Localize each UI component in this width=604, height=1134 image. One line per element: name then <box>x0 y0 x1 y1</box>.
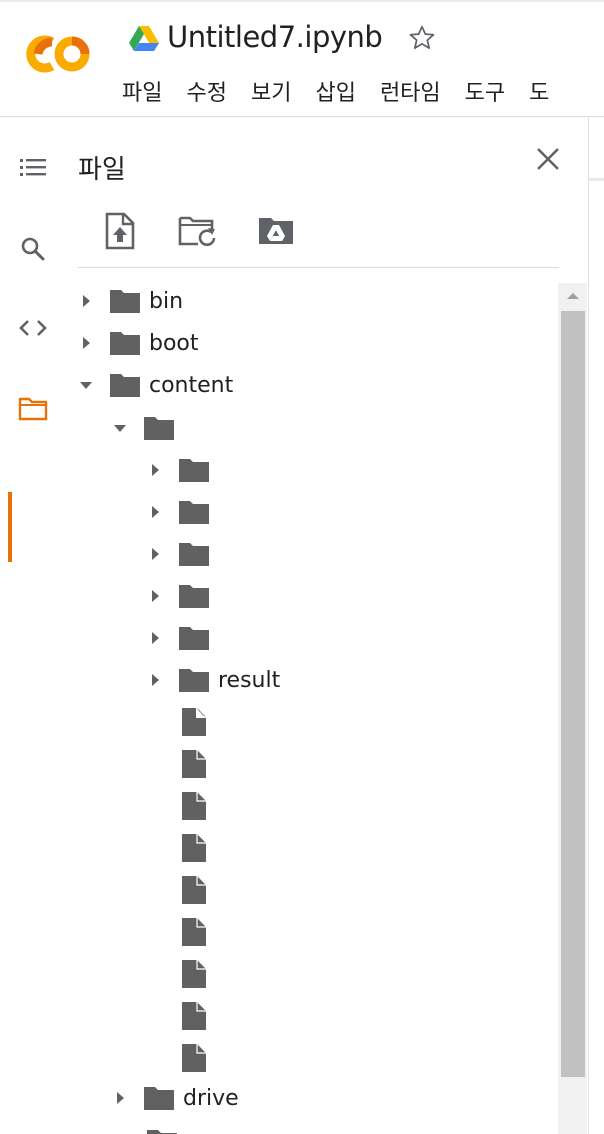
menu-runtime[interactable]: 런타임 <box>380 75 441 107</box>
tree-item-file[interactable] <box>146 953 215 995</box>
upload-file-icon <box>105 212 135 250</box>
file-tree: bin boot content result drive <box>0 280 556 1134</box>
folder-icon <box>179 543 209 566</box>
tree-item-file[interactable] <box>146 1037 215 1079</box>
editor-edge <box>589 178 604 181</box>
caret-down-icon[interactable] <box>77 376 95 394</box>
tree-item-label: bin <box>149 288 184 314</box>
search-icon <box>21 237 45 261</box>
tree-item-folder[interactable] <box>146 575 218 617</box>
caret-right-icon[interactable] <box>146 629 164 647</box>
caret-right-icon[interactable] <box>146 503 164 521</box>
file-icon <box>182 960 206 988</box>
tree-item-file[interactable] <box>146 995 215 1037</box>
menu-view[interactable]: 보기 <box>251 75 291 107</box>
folder-icon <box>110 374 140 397</box>
menu-bar: 파일 수정 보기 삽입 런타임 도구 도 <box>122 75 573 107</box>
folder-icon <box>179 669 209 692</box>
tree-item-folder[interactable] <box>146 617 218 659</box>
scroll-up-button[interactable] <box>558 283 587 309</box>
file-icon <box>182 1044 206 1072</box>
caret-down-icon[interactable] <box>111 419 129 437</box>
tree-item-boot[interactable]: boot <box>77 322 199 364</box>
tree-item-result[interactable]: result <box>146 659 280 701</box>
file-icon <box>182 1002 206 1030</box>
colab-logo[interactable] <box>22 32 94 76</box>
refresh-button[interactable] <box>178 210 218 252</box>
file-icon <box>182 750 206 778</box>
tree-item-file[interactable] <box>146 701 215 743</box>
mount-drive-button[interactable] <box>256 210 296 252</box>
caret-up-icon <box>566 293 579 299</box>
mount-drive-icon <box>259 218 293 244</box>
caret-right-icon[interactable] <box>77 334 95 352</box>
close-icon[interactable] <box>532 143 564 175</box>
tree-item-file[interactable] <box>146 743 215 785</box>
tree-item-folder[interactable] <box>146 449 218 491</box>
panel-border <box>588 117 589 1134</box>
notebook-title[interactable]: Untitled7.ipynb <box>167 20 383 54</box>
tree-item-label: boot <box>149 330 199 356</box>
tree-item-folder[interactable] <box>146 491 218 533</box>
folder-icon <box>179 459 209 482</box>
file-icon <box>182 708 206 736</box>
tree-item-folder[interactable] <box>111 407 183 449</box>
caret-right-icon[interactable] <box>146 461 164 479</box>
folder-icon <box>179 585 209 608</box>
header: Untitled7.ipynb 파일 수정 보기 삽입 런타임 도구 도 <box>0 0 604 117</box>
table-of-contents-icon <box>20 159 46 176</box>
file-icon <box>182 792 206 820</box>
toolbar-divider <box>78 267 559 268</box>
caret-right-icon[interactable] <box>146 671 164 689</box>
tree-item-partial[interactable] <box>146 1120 186 1134</box>
tree-item-folder[interactable] <box>146 533 218 575</box>
upload-button[interactable] <box>100 210 140 252</box>
table-of-contents-button[interactable] <box>12 147 54 189</box>
menu-tools[interactable]: 도구 <box>465 75 505 107</box>
tree-item-label: result <box>218 667 281 693</box>
folder-icon <box>179 501 209 524</box>
tree-item-drive[interactable]: drive <box>111 1077 239 1119</box>
panel-title: 파일 <box>78 155 126 185</box>
folder-icon <box>144 417 174 440</box>
tree-item-label: content <box>149 372 234 398</box>
tree-item-file[interactable] <box>146 785 215 827</box>
folder-icon <box>144 1087 174 1110</box>
refresh-folder-icon <box>178 216 216 247</box>
caret-right-icon[interactable] <box>146 587 164 605</box>
caret-right-icon[interactable] <box>111 1089 129 1107</box>
folder-icon <box>110 290 140 313</box>
menu-file[interactable]: 파일 <box>122 75 162 107</box>
menu-help[interactable]: 도 <box>529 75 549 107</box>
caret-right-icon[interactable] <box>77 292 95 310</box>
top-border <box>0 0 604 2</box>
file-icon <box>182 876 206 904</box>
tree-item-bin[interactable]: bin <box>77 280 183 322</box>
scrollbar-thumb[interactable] <box>561 311 585 1077</box>
tree-item-content[interactable]: content <box>77 364 233 406</box>
folder-icon <box>110 332 140 355</box>
tree-item-file[interactable] <box>146 869 215 911</box>
tree-item-file[interactable] <box>146 911 215 953</box>
tree-item-label: drive <box>183 1085 239 1111</box>
caret-right-icon[interactable] <box>146 545 164 563</box>
star-outline-icon[interactable] <box>406 22 438 54</box>
menu-insert[interactable]: 삽입 <box>315 75 355 107</box>
file-icon <box>182 918 206 946</box>
google-drive-icon[interactable] <box>129 24 159 52</box>
search-button[interactable] <box>12 228 54 270</box>
tree-item-file[interactable] <box>146 827 215 869</box>
file-icon <box>182 834 206 862</box>
folder-icon <box>179 627 209 650</box>
folder-icon <box>147 1130 177 1134</box>
menu-edit[interactable]: 수정 <box>186 75 226 107</box>
